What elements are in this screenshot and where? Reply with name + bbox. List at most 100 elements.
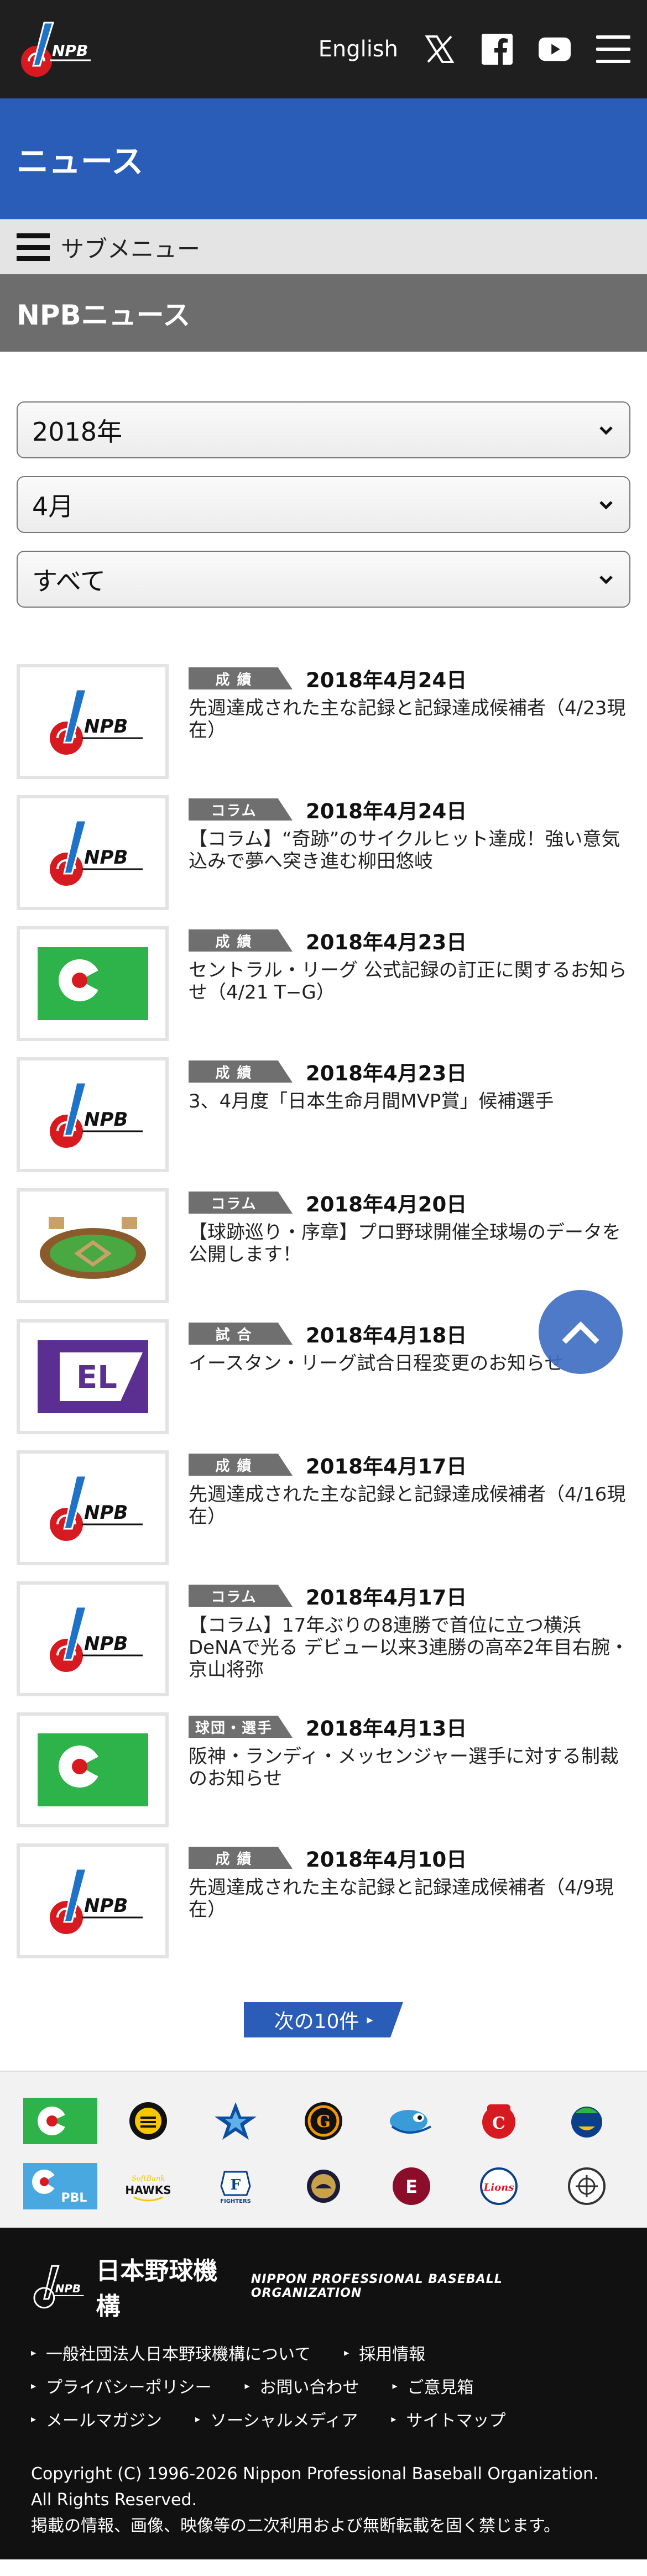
youtube-icon[interactable] <box>539 33 571 65</box>
year-select[interactable]: 2018年 <box>17 401 630 458</box>
footer-link[interactable]: ▸ ご意見箱 <box>393 2374 474 2398</box>
marines-icon[interactable] <box>550 2162 624 2211</box>
hawks-icon[interactable]: SoftBank HAWKS <box>111 2162 185 2211</box>
news-thumbnail[interactable] <box>17 1712 169 1827</box>
chevron-down-icon <box>599 426 613 435</box>
news-body: 成 績 2018年4月17日先週達成された主な記録と記録達成候補者（4/16現在） <box>169 1450 630 1581</box>
news-thumbnail[interactable]: NPB <box>17 795 169 910</box>
news-item[interactable]: コラム 2018年4月20日 【球跡巡り・序章】プロ野球開催全球場のデータを公開しま… <box>17 1188 630 1319</box>
facebook-icon[interactable] <box>481 33 513 65</box>
news-item[interactable]: EL 試 合 2018年4月18日 イースタン・リーグ試合日程変更のお知らせ <box>17 1319 630 1450</box>
pacific-league-icon[interactable]: PBL <box>23 2162 98 2211</box>
giants-icon[interactable]: G <box>286 2097 361 2145</box>
category-badge: コラム <box>189 798 293 821</box>
footer-logo[interactable]: NPB 日本野球機構 NIPPON PROFESSIONAL BASEBALL … <box>31 2257 616 2321</box>
swallows-icon[interactable] <box>374 2097 448 2145</box>
news-headline-link[interactable]: 先週達成された主な記録と記録達成候補者（4/16現在） <box>189 1483 630 1528</box>
news-date: 2018年4月24日 <box>306 668 467 692</box>
category-select[interactable]: すべて <box>17 551 630 608</box>
npb-logo-icon: NPB <box>38 1078 148 1151</box>
lions-icon[interactable]: Lions <box>462 2162 536 2211</box>
news-item[interactable]: NPB 成 績 2018年4月24日先週達成された主な記録と記録達成候補者（4/23… <box>17 664 630 795</box>
news-date: 2018年4月20日 <box>306 1193 467 1216</box>
news-headline-link[interactable]: 阪神・ランディ・メッセンジャー選手に対する制裁のお知らせ <box>189 1746 630 1790</box>
footer-link[interactable]: ▸ サイトマップ <box>391 2407 505 2431</box>
svg-text:F: F <box>231 2177 241 2193</box>
triangle-right-icon: ▸ <box>31 2380 36 2392</box>
news-item[interactable]: NPB 成 績 2018年4月23日 3、4月度「日本生命月間MVP賞」候補選手 <box>17 1057 630 1188</box>
news-item[interactable]: NPB 成 績 2018年4月17日 先週達成された主な記録と記録達成候補者（4/16… <box>17 1450 630 1581</box>
footer-link[interactable]: ▸ 一般社団法人日本野球機構について <box>31 2340 311 2365</box>
month-select[interactable]: 4月 <box>17 476 630 533</box>
footer-link-row: ▸ メールマガジン ▸ ソーシャルメディア ▸ サイトマップ <box>31 2402 616 2436</box>
copyright-line: Copyright (C) 1996-2026 Nippon Professio… <box>31 2464 599 2484</box>
baystars-icon[interactable] <box>199 2097 273 2145</box>
footer-link[interactable]: ▸ 採用情報 <box>344 2340 425 2365</box>
triangle-right-icon: ▸ <box>344 2347 349 2359</box>
news-headline-link[interactable]: 【コラム】17年ぶりの8連勝で首位に立つ横浜DeNAで光る デビュー以来3連勝の… <box>189 1614 630 1681</box>
news-date: 2018年4月13日 <box>306 1717 467 1741</box>
news-date: 2018年4月18日 <box>306 1324 467 1347</box>
news-item[interactable]: NPB コラム 2018年4月24日 【コラム】“奇跡”のサイクルヒット達成！強い意気… <box>17 795 630 926</box>
news-meta: 成 績 2018年4月17日 <box>189 1451 630 1478</box>
news-headline-link[interactable]: セントラル・リーグ 公式記録の訂正に関するお知らせ（4/21 T−G） <box>189 959 630 1004</box>
triangle-right-icon: ▸ <box>31 2347 36 2359</box>
news-body: 成 績 2018年4月10日先週達成された主な記録と記録達成候補者（4/9現在） <box>169 1843 630 1974</box>
svg-text:C: C <box>492 2114 505 2133</box>
dragons-icon[interactable] <box>550 2097 624 2145</box>
news-headline-link[interactable]: 先週達成された主な記録と記録達成候補者（4/23現在） <box>189 697 630 741</box>
footer-link[interactable]: ▸ メールマガジン <box>31 2407 162 2431</box>
submenu-icon <box>17 233 50 261</box>
scroll-to-top-button[interactable] <box>539 1290 623 1374</box>
top-nav: English <box>319 33 630 65</box>
news-thumbnail[interactable]: NPB <box>17 1843 169 1958</box>
carp-icon[interactable]: C <box>462 2097 536 2145</box>
triangle-right-icon: ▸ <box>31 2413 36 2425</box>
news-headline-link[interactable]: 先週達成された主な記録と記録達成候補者（4/9現在） <box>189 1877 630 1921</box>
news-item[interactable]: NPB 成 績 2018年4月10日先週達成された主な記録と記録達成候補者（4/9現… <box>17 1843 630 1974</box>
footer-link-label: メールマガジン <box>46 2411 163 2431</box>
category-badge: 成 績 <box>189 667 293 689</box>
next-page-button[interactable]: 次の10件 ▸ <box>244 2002 403 2037</box>
news-item[interactable]: 球団・選手 2018年4月13日 阪神・ランディ・メッセンジャー選手に対する制裁のお… <box>17 1712 630 1843</box>
news-headline-link[interactable]: 3、4月度「日本生命月間MVP賞」候補選手 <box>189 1090 630 1112</box>
news-item[interactable]: NPB コラム 2018年4月17日 【コラム】17年ぶりの8連勝で首位に立つ横浜De… <box>17 1581 630 1712</box>
news-headline-link[interactable]: 【球跡巡り・序章】プロ野球開催全球場のデータを公開します！ <box>189 1221 630 1266</box>
x-icon[interactable] <box>424 33 456 65</box>
svg-text:NPB: NPB <box>84 715 128 738</box>
news-thumbnail[interactable]: NPB <box>17 1581 169 1696</box>
footer-link[interactable]: ▸ お問い合わせ <box>244 2374 359 2398</box>
footer-link-label: ソーシャルメディア <box>210 2411 358 2431</box>
category-badge: 成 績 <box>189 1847 293 1869</box>
footer-links: ▸ 一般社団法人日本野球機構について ▸ 採用情報 ▸ プライバシーポリシー ▸ お問い… <box>31 2336 616 2436</box>
news-body: コラム 2018年4月24日 【コラム】“奇跡”のサイクルヒット達成！強い意気込みで… <box>169 795 630 926</box>
news-headline-link[interactable]: 【コラム】“奇跡”のサイクルヒット達成！強い意気込みで夢へ突き進む柳田悠岐 <box>189 828 630 872</box>
news-date: 2018年4月10日 <box>306 1848 467 1872</box>
year-select-value: 2018年 <box>32 416 123 447</box>
central-league-icon[interactable] <box>23 2097 98 2145</box>
submenu-label: サブメニュー <box>61 235 201 263</box>
svg-text:HAWKS: HAWKS <box>126 2183 170 2197</box>
buffaloes-icon[interactable] <box>286 2162 361 2211</box>
news-body: 球団・選手 2018年4月13日 阪神・ランディ・メッセンジャー選手に対する制裁のお… <box>169 1712 630 1843</box>
news-thumbnail[interactable] <box>17 1188 169 1303</box>
english-link[interactable]: English <box>319 36 398 62</box>
news-thumbnail[interactable] <box>17 926 169 1041</box>
news-thumbnail[interactable]: NPB <box>17 1450 169 1565</box>
news-item[interactable]: 成 績 2018年4月23日 セントラル・リーグ 公式記録の訂正に関するお知らせ（4… <box>17 926 630 1057</box>
npb-logo[interactable]: NPB <box>17 16 94 82</box>
news-thumbnail[interactable]: EL <box>17 1319 169 1434</box>
news-body: 成 績 2018年4月23日 3、4月度「日本生命月間MVP賞」候補選手 <box>169 1057 630 1188</box>
eagles-icon[interactable]: E <box>374 2162 448 2211</box>
fighters-icon[interactable]: F FIGHTERS <box>199 2162 273 2211</box>
news-thumbnail[interactable]: NPB <box>17 664 169 779</box>
tigers-icon[interactable] <box>111 2097 185 2145</box>
svg-text:G: G <box>316 2112 331 2131</box>
footer-link[interactable]: ▸ ソーシャルメディア <box>195 2407 358 2431</box>
news-thumbnail[interactable]: NPB <box>17 1057 169 1172</box>
central-league-icon <box>37 947 148 1020</box>
submenu-toggle[interactable]: サブメニュー <box>0 219 647 274</box>
footer-link[interactable]: ▸ プライバシーポリシー <box>31 2374 211 2398</box>
menu-icon[interactable] <box>596 35 630 63</box>
team-row-pacific: PBL SoftBank HAWKS F FIGHTERS E Lions <box>0 2154 647 2219</box>
